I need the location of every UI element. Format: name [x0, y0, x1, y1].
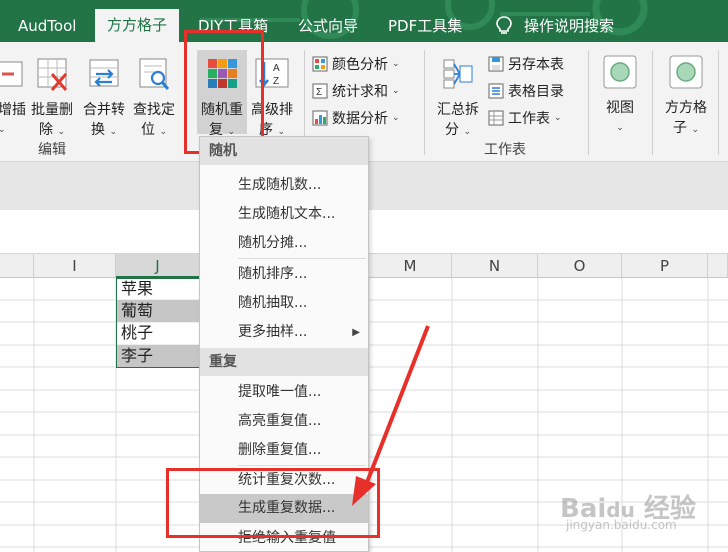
baidu-watermark-url: jingyan.baidu.com [566, 518, 677, 532]
annotation-arrow-icon [352, 325, 430, 506]
